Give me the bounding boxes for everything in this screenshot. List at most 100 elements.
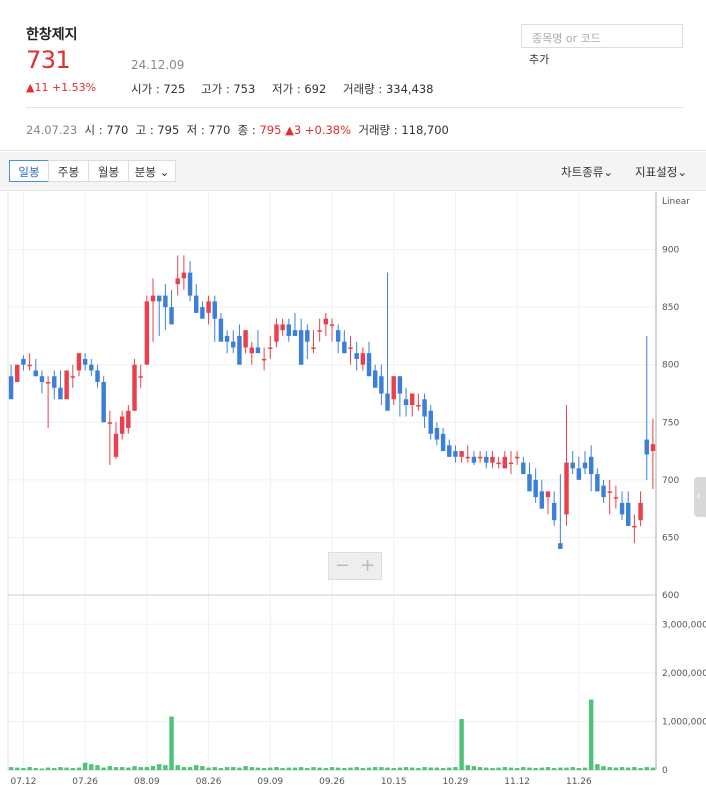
- price-tick-label: 700: [662, 476, 679, 486]
- candle-body: [206, 301, 211, 313]
- volume-bar: [379, 767, 384, 770]
- candle-body: [268, 347, 273, 349]
- candle-body: [545, 491, 551, 498]
- candle-body: [644, 439, 649, 455]
- volume-bar: [440, 768, 446, 770]
- stock-name: 한창제지: [26, 27, 78, 43]
- zoom-in-button[interactable]: +: [360, 555, 375, 576]
- candle-body: [539, 491, 545, 509]
- volume-bar: [607, 767, 612, 770]
- x-tick-label: 08.26: [196, 777, 222, 787]
- price-tick-label: 850: [662, 303, 679, 313]
- volume-bar: [8, 767, 14, 770]
- candle-body: [650, 444, 656, 452]
- tab-minute[interactable]: 분봉 ⌄: [128, 160, 176, 182]
- candle-body: [459, 451, 464, 457]
- volume-bar: [82, 762, 88, 770]
- volume-bar: [255, 767, 261, 770]
- side-panel-handle[interactable]: ‹: [694, 477, 706, 517]
- volume-bar: [403, 767, 409, 770]
- volume-bar: [354, 767, 359, 770]
- indicator-settings-dropdown[interactable]: 지표설정⌄: [635, 164, 687, 180]
- x-tick-label: 09.26: [319, 777, 345, 787]
- volume-bar: [21, 768, 26, 770]
- candle-body: [428, 410, 433, 434]
- candle-body: [150, 295, 156, 302]
- candle-body: [144, 301, 150, 365]
- candle-body: [21, 358, 26, 365]
- volume-bar: [434, 767, 440, 770]
- candle-body: [126, 410, 131, 429]
- candle-body: [477, 456, 483, 459]
- candle-body: [280, 324, 285, 331]
- candle-body: [39, 376, 45, 382]
- volume-bar: [274, 767, 279, 770]
- tab-weekly[interactable]: 주봉: [48, 160, 89, 182]
- candle-body: [224, 335, 230, 342]
- open-stat: 시가 : 725: [131, 82, 186, 96]
- volume-bar: [237, 767, 242, 770]
- volume-bar: [638, 768, 643, 770]
- candle-body: [255, 347, 261, 354]
- volume-bar: [570, 767, 575, 770]
- candle-body: [89, 364, 94, 371]
- candle-body: [619, 502, 625, 515]
- candle-body: [58, 387, 63, 400]
- candle-body: [107, 422, 113, 424]
- zoom-out-button[interactable]: −: [335, 555, 350, 576]
- chart-toolbar: 일봉 주봉 월봉 분봉 ⌄ 차트종류⌄ 지표설정⌄: [0, 152, 706, 191]
- volume-bar: [323, 768, 329, 770]
- candle-body: [323, 318, 329, 325]
- tab-daily[interactable]: 일봉: [9, 160, 49, 182]
- volume-bar: [52, 768, 57, 770]
- volume-bar: [126, 767, 131, 770]
- stock-search-input[interactable]: 종목명 or 코드: [521, 24, 683, 48]
- volume-bar: [588, 699, 594, 770]
- x-tick-label: 10.29: [443, 777, 469, 787]
- candle-body: [156, 295, 162, 302]
- candle-body: [8, 376, 14, 400]
- candle-body: [533, 479, 538, 498]
- volume-bar: [224, 767, 230, 770]
- volume-bar: [465, 765, 470, 770]
- volume-bar: [231, 767, 236, 770]
- volume-bar: [613, 767, 619, 770]
- candle-body: [200, 307, 205, 319]
- candle-body: [169, 307, 174, 325]
- candle-body: [298, 330, 304, 365]
- volume-bar: [175, 765, 180, 770]
- volume-bar: [243, 766, 248, 770]
- candle-body: [70, 376, 76, 378]
- candle-body: [372, 370, 378, 388]
- volume-bar: [107, 766, 113, 770]
- volume-bar: [163, 765, 168, 770]
- volume-bar: [397, 767, 403, 770]
- volume-bar: [342, 768, 347, 770]
- volume-bar: [650, 767, 656, 770]
- candle-body: [27, 364, 32, 367]
- x-tick-label: 07.26: [72, 777, 98, 787]
- volume-bar: [15, 767, 20, 770]
- candle-body: [453, 451, 458, 457]
- volume-bar: [119, 767, 125, 770]
- volume-bar: [261, 768, 267, 770]
- candlestick-chart[interactable]: Linear 600 650 700 750 800 850 900 0 1,000,000 2,0…: [0, 190, 706, 797]
- candle-body: [508, 462, 514, 465]
- candle-body: [607, 491, 612, 493]
- volume-bar: [527, 767, 532, 770]
- high-stat: 고가 : 753: [201, 82, 256, 96]
- price-tick-label: 650: [662, 533, 679, 543]
- candle-body: [243, 330, 248, 348]
- candle-body: [632, 525, 637, 528]
- candle-body: [564, 462, 569, 515]
- add-button[interactable]: 추가: [529, 51, 549, 67]
- candle-body: [187, 272, 193, 296]
- volume-bar: [459, 719, 464, 770]
- volume-bar: [335, 767, 341, 770]
- volume-bar: [422, 767, 427, 770]
- volume-bar: [521, 767, 526, 770]
- chart-type-dropdown[interactable]: 차트종류⌄: [561, 164, 613, 180]
- volume-bar: [453, 767, 458, 770]
- tab-monthly[interactable]: 월봉: [88, 160, 129, 182]
- candle-body: [194, 295, 199, 313]
